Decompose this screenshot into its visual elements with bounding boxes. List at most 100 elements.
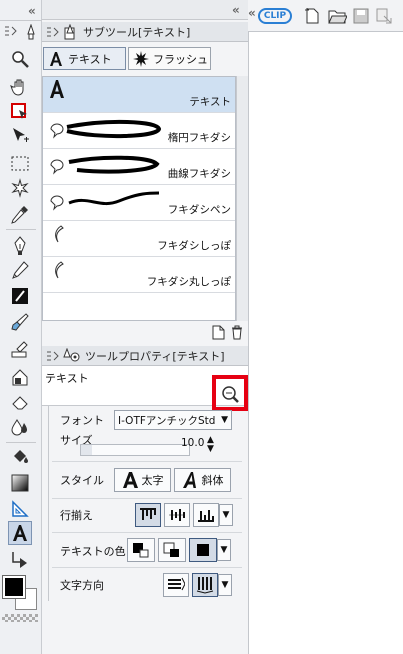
bold-a-icon bbox=[122, 472, 138, 488]
fill-house-tool[interactable] bbox=[8, 365, 32, 389]
panel-menu-icon[interactable] bbox=[4, 25, 18, 37]
flash-burst-icon bbox=[133, 50, 149, 67]
size-stepper[interactable]: ▲ ▼ bbox=[207, 436, 214, 454]
chevron-down-icon: ▼ bbox=[221, 415, 228, 425]
sub-color-button[interactable] bbox=[158, 538, 186, 562]
collapse-strip-icon[interactable]: « bbox=[28, 4, 36, 18]
italic-a-icon bbox=[182, 472, 196, 488]
airbrush-tool[interactable] bbox=[8, 310, 32, 334]
tab-flash[interactable]: フラッシュ bbox=[128, 47, 211, 70]
new-file-icon[interactable] bbox=[303, 7, 321, 25]
blend-tool[interactable] bbox=[8, 415, 32, 439]
divider bbox=[52, 567, 242, 568]
tool-separator bbox=[6, 442, 36, 443]
bold-button[interactable]: 太字 bbox=[114, 468, 171, 492]
text-tool[interactable] bbox=[8, 521, 32, 545]
sub-color-icon bbox=[163, 542, 179, 557]
align-center-button[interactable] bbox=[164, 503, 190, 527]
object-tool[interactable] bbox=[8, 124, 32, 148]
trash-icon[interactable] bbox=[229, 324, 245, 340]
panel-menu-icon[interactable] bbox=[46, 26, 60, 38]
zoom-tool[interactable] bbox=[8, 47, 32, 71]
direction-dropdown[interactable]: ▼ bbox=[218, 574, 232, 596]
align-label: 行揃え bbox=[60, 509, 93, 522]
vertical-text-button[interactable] bbox=[192, 573, 218, 597]
transparent-color-swatch[interactable] bbox=[2, 614, 38, 622]
font-select[interactable]: I-OTFアンチックStd ▼ bbox=[114, 410, 232, 430]
brush-icon bbox=[11, 313, 29, 331]
hand-tool[interactable] bbox=[8, 75, 32, 99]
vertical-text-icon bbox=[196, 577, 214, 594]
decoration-tool[interactable] bbox=[8, 338, 32, 362]
top-command-bar: « CLIP bbox=[248, 0, 403, 32]
pencil-tool[interactable] bbox=[8, 259, 32, 283]
eyedropper-tool[interactable] bbox=[8, 202, 32, 226]
logo-text: CLIP bbox=[263, 11, 287, 21]
tab-label: テキスト bbox=[68, 52, 112, 66]
tab-text[interactable]: テキスト bbox=[43, 47, 126, 70]
list-item[interactable]: フキダシしっぽ bbox=[43, 221, 235, 257]
direction-label: 文字方向 bbox=[60, 579, 104, 592]
clip-logo[interactable]: CLIP bbox=[258, 8, 292, 24]
subtool-scrollbar[interactable] bbox=[236, 76, 248, 321]
tool-strip: « bbox=[0, 0, 42, 654]
list-item-label: テキスト bbox=[189, 96, 231, 108]
figure-tool[interactable] bbox=[8, 497, 32, 521]
property-panel-title: ツールプロパティ[テキスト] bbox=[85, 349, 225, 363]
list-item-label: 曲線フキダシ bbox=[167, 168, 231, 180]
bold-label: 太字 bbox=[141, 474, 164, 487]
export-icon[interactable] bbox=[375, 7, 393, 25]
new-subtool-icon[interactable] bbox=[210, 324, 226, 340]
main-color-swatch[interactable] bbox=[2, 575, 26, 599]
list-item[interactable]: 楕円フキダシ bbox=[43, 113, 235, 149]
list-item[interactable]: 曲線フキダシ bbox=[43, 149, 235, 185]
pen-tool[interactable] bbox=[8, 234, 32, 258]
stamp-icon bbox=[11, 341, 28, 358]
detail-settings-icon[interactable] bbox=[220, 384, 240, 404]
size-slider-fill bbox=[81, 445, 92, 455]
text-a-icon bbox=[50, 51, 62, 66]
list-item[interactable]: フキダシ丸しっぽ bbox=[43, 257, 235, 293]
eraser-icon bbox=[12, 396, 28, 410]
horizontal-text-button[interactable] bbox=[163, 573, 189, 597]
subtool-panel-title: サブツール[テキスト] bbox=[83, 25, 191, 39]
connect-line-icon bbox=[12, 552, 27, 568]
pen-tip-icon bbox=[27, 24, 35, 40]
color-dropdown[interactable]: ▼ bbox=[217, 539, 231, 561]
collapse-left-icon[interactable]: « bbox=[248, 6, 256, 20]
auto-select-tool[interactable] bbox=[8, 176, 32, 200]
text-a-icon bbox=[50, 80, 64, 98]
align-dropdown[interactable]: ▼ bbox=[219, 504, 233, 526]
magic-wand-icon bbox=[11, 178, 29, 198]
align-top-button[interactable] bbox=[135, 503, 161, 527]
align-bottom-button[interactable] bbox=[193, 503, 219, 527]
property-tabbar: ツールプロパティ[テキスト] bbox=[42, 346, 248, 366]
open-folder-icon[interactable] bbox=[327, 7, 347, 25]
divider bbox=[52, 532, 242, 533]
save-icon[interactable] bbox=[352, 7, 370, 25]
user-color-button[interactable] bbox=[189, 538, 217, 562]
size-value: 10.0 bbox=[181, 437, 205, 449]
eyedropper-icon bbox=[11, 206, 28, 224]
brush-tool[interactable] bbox=[8, 284, 32, 308]
italic-button[interactable]: 斜体 bbox=[174, 468, 231, 492]
layer-move-tool[interactable] bbox=[8, 100, 32, 124]
gradient-tool[interactable] bbox=[8, 471, 32, 495]
canvas-area bbox=[248, 0, 403, 654]
font-value: I-OTFアンチックStd bbox=[118, 414, 216, 427]
collapse-panel-icon[interactable]: « bbox=[232, 3, 240, 17]
tool-separator bbox=[6, 229, 36, 230]
pencil-icon bbox=[12, 261, 29, 279]
tab-label: フラッシュ bbox=[153, 52, 208, 66]
color-label: テキストの色 bbox=[60, 545, 126, 558]
correction-tool[interactable] bbox=[8, 548, 32, 572]
eraser-tool[interactable] bbox=[8, 390, 32, 414]
list-item[interactable]: テキスト bbox=[43, 77, 235, 113]
list-item[interactable]: フキダシペン bbox=[43, 185, 235, 221]
main-color-button[interactable] bbox=[127, 538, 155, 562]
panel-menu-icon[interactable] bbox=[46, 350, 60, 362]
size-slider[interactable] bbox=[80, 444, 190, 456]
fill-tool[interactable] bbox=[8, 445, 32, 469]
hand-icon bbox=[10, 79, 24, 96]
selection-tool[interactable] bbox=[8, 152, 32, 176]
